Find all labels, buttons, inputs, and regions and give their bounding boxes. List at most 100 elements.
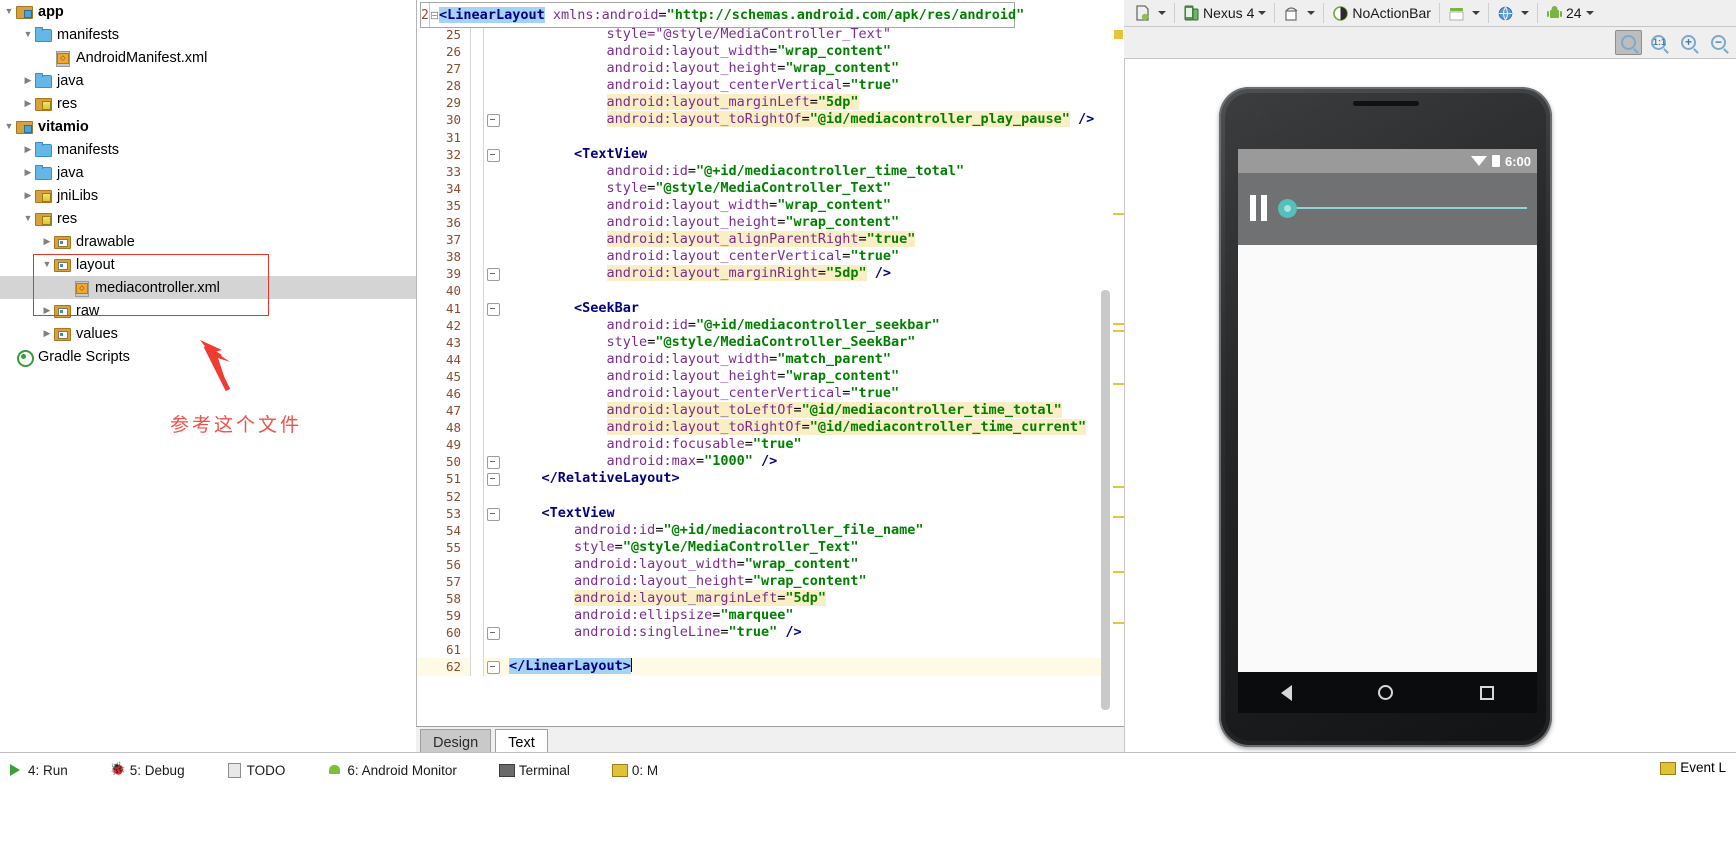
code-fold-toggle-icon[interactable] bbox=[484, 146, 504, 163]
code-line[interactable]: 50 android:max="1000" /> bbox=[417, 453, 1125, 470]
code-line[interactable]: 26 android:layout_width="wrap_content" bbox=[417, 43, 1125, 60]
code-line[interactable]: 25 style="@style/MediaController_Text" bbox=[417, 26, 1125, 43]
code-line[interactable]: 41 <SeekBar bbox=[417, 300, 1125, 317]
orientation-selector[interactable] bbox=[1279, 2, 1319, 24]
code-line[interactable]: 30 android:layout_toRightOf="@id/mediaco… bbox=[417, 111, 1125, 128]
code-line[interactable]: 53 <TextView bbox=[417, 505, 1125, 522]
code-fold-toggle-icon[interactable] bbox=[484, 265, 504, 282]
pause-icon[interactable] bbox=[1250, 195, 1267, 221]
editor-gutter[interactable] bbox=[470, 197, 484, 214]
tree-item[interactable]: vitamio bbox=[0, 115, 416, 138]
tree-item[interactable]: manifests bbox=[0, 138, 416, 161]
editor-gutter[interactable] bbox=[470, 488, 484, 505]
editor-gutter[interactable] bbox=[470, 60, 484, 77]
zoom-fit-button[interactable] bbox=[1615, 30, 1642, 55]
editor-gutter[interactable] bbox=[470, 453, 484, 470]
code-line[interactable]: 46 android:layout_centerVertical="true" bbox=[417, 385, 1125, 402]
editor-gutter[interactable] bbox=[470, 94, 484, 111]
code-fold-toggle-icon[interactable] bbox=[484, 505, 504, 522]
editor-gutter[interactable] bbox=[470, 368, 484, 385]
layout-preview-panel[interactable]: Nexus 4 bbox=[1124, 0, 1736, 752]
tool-window-button[interactable]: Terminal bbox=[499, 763, 570, 778]
code-line[interactable]: 39 android:layout_marginRight="5dp" /> bbox=[417, 265, 1125, 282]
tool-window-bar[interactable]: 4: Run5: DebugTODO6: Android MonitorTerm… bbox=[0, 760, 1736, 780]
code-line[interactable]: 38 android:layout_centerVertical="true" bbox=[417, 248, 1125, 265]
chevron-right-icon[interactable] bbox=[40, 306, 54, 315]
editor-gutter[interactable] bbox=[470, 470, 484, 487]
editor-gutter[interactable] bbox=[470, 419, 484, 436]
editor-gutter[interactable] bbox=[470, 539, 484, 556]
theme-selector[interactable]: NoActionBar bbox=[1328, 2, 1435, 24]
zoom-out-button[interactable]: − bbox=[1705, 30, 1732, 55]
code-line[interactable]: 49 android:focusable="true" bbox=[417, 436, 1125, 453]
code-fold-toggle-icon[interactable] bbox=[484, 470, 504, 487]
editor-gutter[interactable] bbox=[470, 77, 484, 94]
code-editor-panel[interactable]: 25 style="@style/MediaController_Text"26… bbox=[416, 0, 1124, 752]
code-line[interactable]: 62</LinearLayout> bbox=[417, 658, 1125, 675]
editor-gutter[interactable] bbox=[470, 334, 484, 351]
tree-item[interactable]: res bbox=[0, 92, 416, 115]
editor-gutter[interactable] bbox=[470, 522, 484, 539]
device-selector[interactable]: Nexus 4 bbox=[1179, 2, 1270, 24]
editor-gutter[interactable] bbox=[470, 436, 484, 453]
code-line[interactable]: 58 android:layout_marginLeft="5dp" bbox=[417, 590, 1125, 607]
code-fold-toggle-icon[interactable] bbox=[484, 624, 504, 641]
activity-selector[interactable] bbox=[1444, 2, 1484, 24]
editor-gutter[interactable] bbox=[470, 385, 484, 402]
tab-design[interactable]: Design bbox=[420, 729, 491, 754]
chevron-down-icon[interactable] bbox=[40, 260, 54, 269]
code-fold-toggle-icon[interactable] bbox=[484, 111, 504, 128]
preview-toolbar[interactable]: Nexus 4 bbox=[1124, 0, 1736, 27]
code-fold-toggle-icon[interactable] bbox=[484, 658, 504, 675]
chevron-right-icon[interactable] bbox=[40, 329, 54, 338]
editor-gutter[interactable] bbox=[470, 317, 484, 334]
android-navigation-bar[interactable] bbox=[1238, 672, 1537, 713]
code-line[interactable]: 61 bbox=[417, 641, 1125, 658]
chevron-down-icon[interactable] bbox=[2, 7, 16, 16]
editor-vertical-scrollbar[interactable] bbox=[1101, 290, 1110, 710]
seekbar-track[interactable] bbox=[1293, 207, 1527, 209]
editor-gutter[interactable] bbox=[470, 111, 484, 128]
chevron-right-icon[interactable] bbox=[40, 237, 54, 246]
chevron-down-icon[interactable] bbox=[21, 214, 35, 223]
editor-gutter[interactable] bbox=[470, 573, 484, 590]
code-line[interactable]: 33 android:id="@+id/mediacontroller_time… bbox=[417, 163, 1125, 180]
code-line[interactable]: 37 android:layout_alignParentRight="true… bbox=[417, 231, 1125, 248]
code-line[interactable]: 44 android:layout_width="match_parent" bbox=[417, 351, 1125, 368]
warning-marker[interactable] bbox=[1113, 330, 1124, 332]
editor-gutter[interactable] bbox=[470, 214, 484, 231]
editor-gutter[interactable] bbox=[470, 248, 484, 265]
render-target-button[interactable] bbox=[1130, 2, 1170, 24]
chevron-right-icon[interactable] bbox=[21, 99, 35, 108]
code-line[interactable]: 51 </RelativeLayout> bbox=[417, 470, 1125, 487]
device-screen[interactable]: 6:00 bbox=[1238, 149, 1537, 672]
editor-gutter[interactable] bbox=[470, 180, 484, 197]
editor-gutter[interactable] bbox=[470, 282, 484, 299]
editor-gutter[interactable] bbox=[470, 146, 484, 163]
editor-gutter[interactable] bbox=[470, 129, 484, 146]
chevron-right-icon[interactable] bbox=[21, 76, 35, 85]
code-line[interactable]: 28 android:layout_centerVertical="true" bbox=[417, 77, 1125, 94]
tree-item[interactable]: layout bbox=[0, 253, 416, 276]
code-line[interactable]: 32 <TextView bbox=[417, 146, 1125, 163]
recents-icon[interactable] bbox=[1480, 686, 1494, 700]
tool-window-button[interactable]: 5: Debug bbox=[110, 763, 185, 778]
editor-gutter[interactable] bbox=[470, 607, 484, 624]
breadcrumb-fold-icon[interactable]: ⊟ bbox=[430, 9, 439, 22]
code-line[interactable]: 36 android:layout_height="wrap_content" bbox=[417, 214, 1125, 231]
tree-item[interactable]: manifests bbox=[0, 23, 416, 46]
tree-item[interactable]: java bbox=[0, 69, 416, 92]
code-line[interactable]: 34 style="@style/MediaController_Text" bbox=[417, 180, 1125, 197]
tree-item-selected[interactable]: mediacontroller.xml bbox=[0, 276, 416, 299]
editor-gutter[interactable] bbox=[470, 402, 484, 419]
editor-mode-tabs[interactable]: Design Text bbox=[416, 726, 1124, 754]
tool-window-button[interactable]: 4: Run bbox=[8, 763, 68, 778]
editor-gutter[interactable] bbox=[470, 26, 484, 43]
code-fold-toggle-icon[interactable] bbox=[484, 300, 504, 317]
warning-marker[interactable] bbox=[1113, 213, 1124, 215]
editor-gutter[interactable] bbox=[470, 43, 484, 60]
editor-gutter[interactable] bbox=[470, 641, 484, 658]
locale-selector[interactable] bbox=[1493, 2, 1533, 24]
code-line[interactable]: 54 android:id="@+id/mediacontroller_file… bbox=[417, 522, 1125, 539]
code-fold-toggle-icon[interactable] bbox=[484, 453, 504, 470]
